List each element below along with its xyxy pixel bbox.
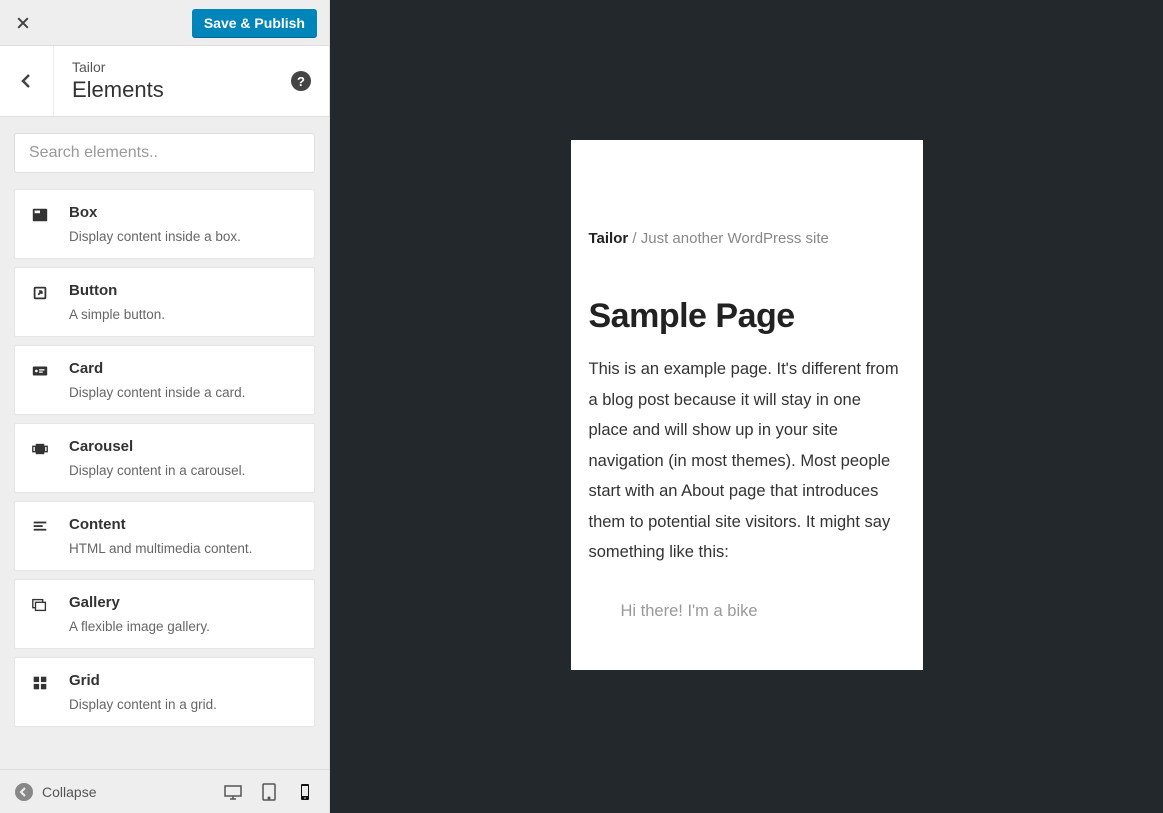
element-desc: Display content inside a card.	[69, 385, 298, 400]
element-name: Button	[69, 282, 298, 299]
close-icon	[15, 15, 31, 31]
element-name: Grid	[69, 672, 298, 689]
collapse-button[interactable]: Collapse	[6, 776, 104, 808]
gallery-icon	[31, 596, 53, 619]
mobile-icon	[295, 782, 315, 802]
site-header: Tailor / Just another WordPress site	[589, 140, 905, 277]
card-icon	[31, 362, 53, 385]
element-desc: HTML and multimedia content.	[69, 541, 298, 556]
page-title: Sample Page	[589, 297, 905, 336]
panel-titles: Tailor Elements	[54, 47, 291, 115]
help-button[interactable]: ?	[291, 71, 311, 91]
element-name: Carousel	[69, 438, 298, 455]
collapse-icon	[14, 782, 34, 802]
collapse-label: Collapse	[42, 784, 96, 800]
element-name: Box	[69, 204, 298, 221]
element-item-gallery[interactable]: Gallery A flexible image gallery.	[14, 579, 315, 649]
close-button[interactable]	[0, 0, 46, 46]
elements-list[interactable]: Box Display content inside a box. Button…	[0, 189, 329, 769]
element-item-carousel[interactable]: Carousel Display content in a carousel.	[14, 423, 315, 493]
element-name: Gallery	[69, 594, 298, 611]
button-icon	[31, 284, 53, 307]
element-item-box[interactable]: Box Display content inside a box.	[14, 189, 315, 259]
panel-title: Elements	[72, 77, 273, 103]
element-name: Content	[69, 516, 298, 533]
grid-icon	[31, 674, 53, 697]
sidebar-footer: Collapse	[0, 769, 329, 813]
element-desc: Display content inside a box.	[69, 229, 298, 244]
device-mobile-button[interactable]	[287, 774, 323, 810]
sidebar: Save & Publish Tailor Elements ? Box Dis…	[0, 0, 330, 813]
tablet-icon	[259, 782, 279, 802]
save-publish-button[interactable]: Save & Publish	[192, 9, 317, 37]
panel-breadcrumb: Tailor	[72, 59, 273, 75]
search-wrap	[0, 117, 329, 189]
site-tagline-sep: /	[628, 230, 641, 247]
element-desc: Display content in a carousel.	[69, 463, 298, 478]
element-desc: A simple button.	[69, 307, 298, 322]
carousel-icon	[31, 440, 53, 463]
desktop-icon	[223, 782, 243, 802]
chevron-left-icon	[17, 71, 37, 91]
element-item-button[interactable]: Button A simple button.	[14, 267, 315, 337]
site-tagline: Just another WordPress site	[641, 230, 829, 247]
element-item-card[interactable]: Card Display content inside a card.	[14, 345, 315, 415]
device-tablet-button[interactable]	[251, 774, 287, 810]
element-name: Card	[69, 360, 298, 377]
element-item-grid[interactable]: Grid Display content in a grid.	[14, 657, 315, 727]
preview-frame[interactable]: Tailor / Just another WordPress site Sam…	[571, 140, 923, 670]
page-quote: Hi there! I'm a bike	[589, 602, 905, 621]
panel-header: Tailor Elements ?	[0, 46, 329, 117]
element-desc: A flexible image gallery.	[69, 619, 298, 634]
element-desc: Display content in a grid.	[69, 697, 298, 712]
search-input[interactable]	[14, 133, 315, 173]
element-item-content[interactable]: Content HTML and multimedia content.	[14, 501, 315, 571]
device-desktop-button[interactable]	[215, 774, 251, 810]
back-button[interactable]	[0, 46, 54, 116]
sidebar-topbar: Save & Publish	[0, 0, 329, 46]
box-icon	[31, 206, 53, 229]
site-title: Tailor	[589, 230, 629, 247]
preview-area: Tailor / Just another WordPress site Sam…	[330, 0, 1163, 813]
content-icon	[31, 518, 53, 541]
page-body: This is an example page. It's different …	[589, 354, 905, 568]
